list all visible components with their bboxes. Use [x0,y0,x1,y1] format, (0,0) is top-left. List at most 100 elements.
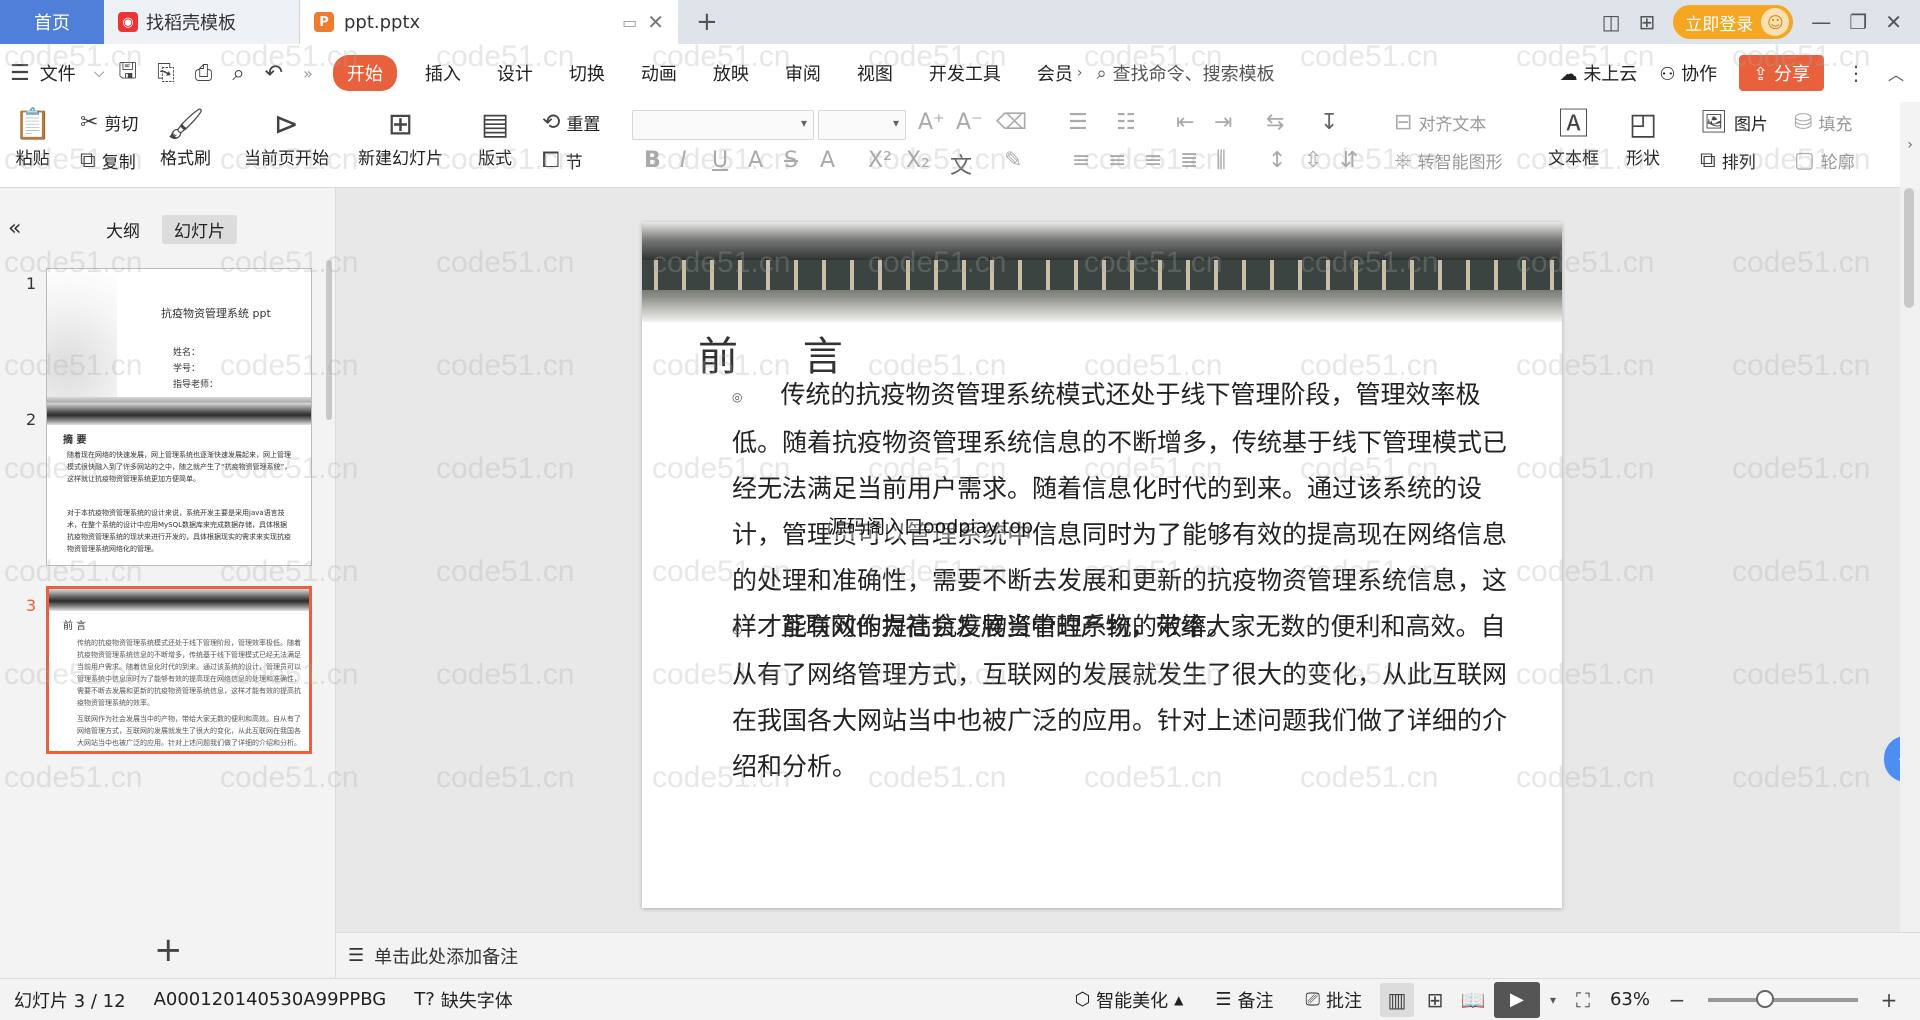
copy-button[interactable]: ⧉ 复制 [80,148,136,173]
preview-icon[interactable]: ⌕ [222,61,254,86]
numbered-list-icon[interactable]: ☷ [1116,110,1136,135]
align-center-icon[interactable]: ≡ [1108,148,1126,173]
document-tab[interactable]: P ppt.pptx ▭ ✕ [300,0,678,44]
zoom-slider[interactable] [1708,989,1858,1008]
canvas-scrollbar[interactable] [1900,188,1920,932]
tab-view[interactable]: 视图 [839,60,911,86]
slides-tab[interactable]: 幻灯片 [162,215,237,244]
save-icon[interactable]: 🖫 [108,54,147,92]
slide-thumbnail-3[interactable]: 前 言 传统的抗疫物资管理系统模式还处于线下管理阶段，管理效率极低。随着抗疫物资… [46,586,312,754]
more-icon[interactable]: » [293,64,323,83]
export-icon[interactable]: ⎘ [147,61,185,86]
text-direction-icon[interactable]: ⇆ [1266,110,1284,135]
collab-button[interactable]: ⚇ 协作 [1659,60,1717,86]
bold-icon[interactable]: B [644,148,661,173]
kebab-menu-icon[interactable]: ⋮ [1846,61,1866,85]
collapse-ribbon-icon[interactable]: ︿ [1888,61,1904,85]
section-button[interactable]: ⧠ 节 [542,148,583,173]
outline-button[interactable]: ▢ 轮廓 [1794,148,1855,173]
textbox-button[interactable]: 🄰 文本框 [1548,106,1599,169]
format-painter-button[interactable]: 🖌 格式刷 [160,106,211,169]
notes-button[interactable]: ☰ 备注 [1201,987,1287,1013]
play-from-current-button[interactable]: ⊳ 当前页开始 [244,106,329,169]
phonetic-icon[interactable]: 文 [950,148,972,180]
hamburger-icon[interactable]: ☰ [0,61,40,86]
subscript-icon[interactable]: X₂ [906,148,930,173]
smart-art-button[interactable]: ⎈ 转智能图形 [1394,148,1503,173]
shape-button[interactable]: ◰ 形状 [1626,106,1660,169]
undo-icon[interactable]: ↶ [255,61,293,86]
increase-indent-icon[interactable]: ⇥ [1214,110,1232,135]
tab-home[interactable]: 开始 [332,55,397,91]
notes-bar[interactable]: ☰ 单击此处添加备注 [336,932,1920,978]
grid-apps-icon[interactable]: ⊞ [1639,10,1656,34]
play-slideshow-button[interactable]: ▶ [1493,981,1540,1018]
cut-button[interactable]: ✂ 剪切 [80,110,138,135]
tab-animations[interactable]: 动画 [623,60,695,86]
tab-member[interactable]: 会员 [1019,60,1077,86]
zoom-in-icon[interactable]: + [1872,983,1906,1017]
login-button[interactable]: 立即登录 ☺ [1673,5,1794,39]
normal-view-icon[interactable]: ▥ [1379,982,1414,1017]
increase-font-icon[interactable]: A⁺ [918,110,945,135]
picture-button[interactable]: 🖼 图片 [1700,110,1768,135]
layout-button[interactable]: ▤ 版式 [478,106,512,169]
arrange-button[interactable]: ⧉ 排列 [1700,148,1756,173]
play-options-icon[interactable]: ▾ [1544,993,1562,1007]
zoom-level[interactable]: 63% [1604,989,1656,1010]
superscript-icon[interactable]: X² [868,148,892,173]
panel-scrollbar[interactable] [326,260,332,420]
distribute-icon[interactable]: ⫼ [1216,148,1226,173]
restore-icon[interactable]: ❐ [1849,10,1867,34]
clear-format-icon[interactable]: ⌫ [996,110,1027,135]
comments-button[interactable]: ⎚ 批注 [1292,987,1376,1013]
tab-design[interactable]: 设计 [479,60,551,86]
strikethrough-icon[interactable]: S [784,148,798,173]
current-slide[interactable]: 前 言 ◎ 传统的抗疫物资管理系统模式还处于线下管理阶段，管理效率极低。随着抗疫物… [642,222,1562,908]
chevron-right-icon[interactable]: › [1077,65,1083,81]
ribbon-scroll-right[interactable]: › [1900,102,1920,188]
tab-slideshow[interactable]: 放映 [695,60,767,86]
underline-icon[interactable]: U [712,148,728,173]
tab-transitions[interactable]: 切换 [551,60,623,86]
slide-thumbnail-2[interactable]: 摘 要 随着现在网络的快速发展，网上管理系统也逐渐快速发展起来，网上管理模式很快… [46,402,312,566]
sort-icon[interactable]: ↧ [1320,110,1338,135]
paste-button[interactable]: 📋 粘贴 [14,106,51,169]
fit-window-icon[interactable]: ⛶ [1566,983,1600,1017]
paragraph-spacing-icon[interactable]: ⇳ [1304,148,1322,173]
fill-button[interactable]: ⛁ 填充 [1794,110,1852,135]
close-tab-icon[interactable]: ✕ [647,10,664,34]
new-slide-button[interactable]: ⊞ 新建幻灯片 [358,106,443,169]
align-text-button[interactable]: ⊟ 对齐文本 [1394,110,1486,135]
text-shadow-icon[interactable]: A [748,148,763,173]
outline-tab[interactable]: 大纲 [94,215,152,244]
align-right-icon[interactable]: ≡ [1144,148,1162,173]
italic-icon[interactable]: I [680,148,687,173]
minimize-icon[interactable]: — [1811,10,1831,34]
share-button[interactable]: ⇪ 分享 [1739,55,1824,91]
beautify-button[interactable]: ⬡ 智能美化 ▲ [1060,987,1197,1013]
missing-font-button[interactable]: T? 缺失字体 [400,987,527,1013]
line-spacing-icon[interactable]: ↕ [1268,148,1286,173]
collapse-panel-icon[interactable]: « [8,216,21,241]
add-slide-button[interactable]: + [154,930,183,970]
close-window-icon[interactable]: ✕ [1885,10,1902,34]
cloud-status[interactable]: ☁ 未上云 [1560,60,1638,86]
align-left-icon[interactable]: ≡ [1072,148,1090,173]
font-size-select[interactable] [818,110,906,140]
chevron-down-icon[interactable]: ⌵ [94,65,109,81]
sorter-view-icon[interactable]: ⊞ [1418,983,1452,1017]
scrollbar-thumb[interactable] [1904,188,1914,308]
print-icon[interactable]: ⎙ [185,61,223,86]
decrease-indent-icon[interactable]: ⇤ [1176,110,1194,135]
home-tab[interactable]: 首页 [0,0,104,44]
command-search[interactable]: ⌕ 查找命令、搜索模板 [1097,60,1275,86]
tab-developer[interactable]: 开发工具 [911,60,1019,86]
tab-insert[interactable]: 插入 [407,60,479,86]
new-tab-button[interactable]: + [678,0,736,44]
decrease-font-icon[interactable]: A⁻ [956,110,983,135]
bullet-list-icon[interactable]: ☰ [1068,110,1088,135]
highlight-icon[interactable]: ✎ [1004,148,1022,173]
file-menu[interactable]: 文件 [40,60,94,86]
zoom-slider-knob[interactable] [1756,989,1774,1008]
